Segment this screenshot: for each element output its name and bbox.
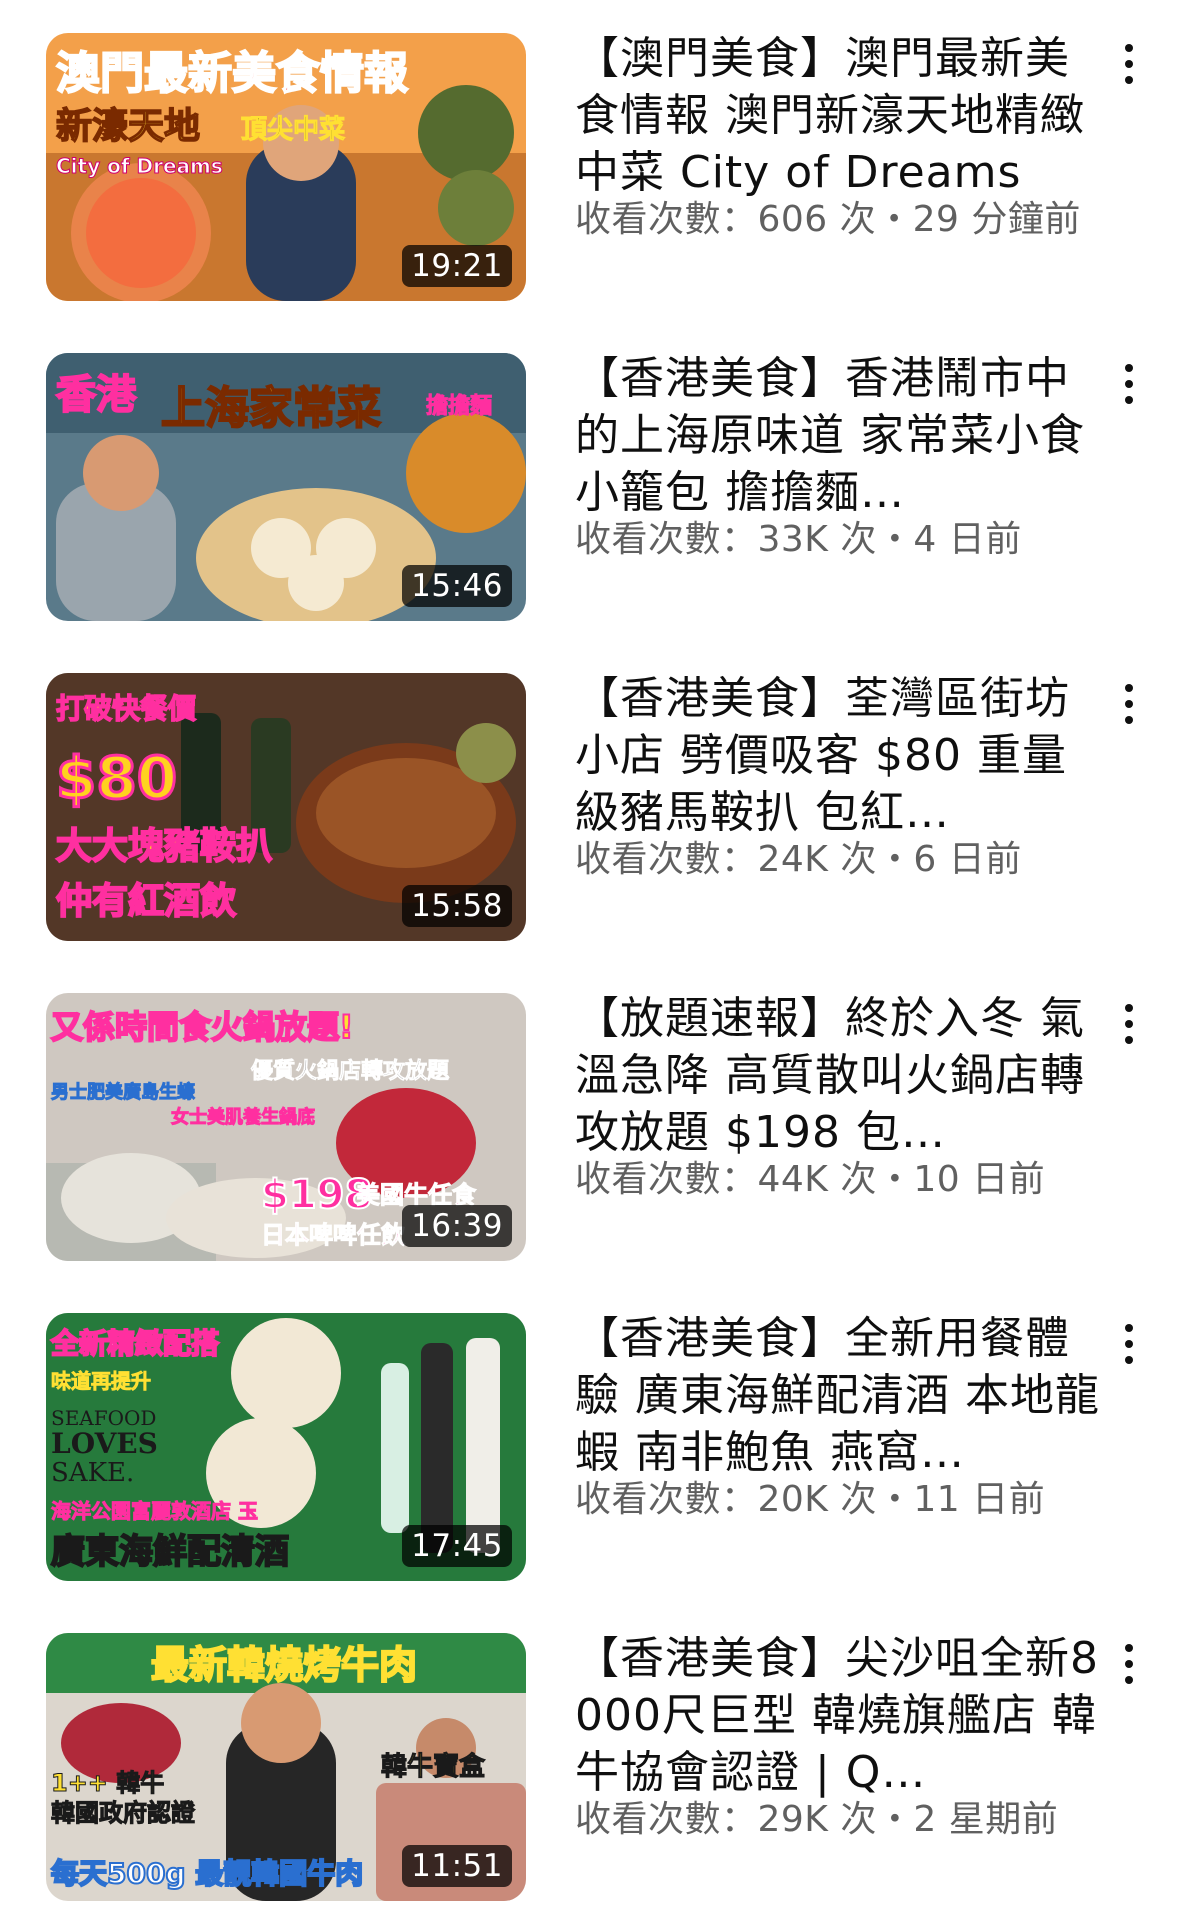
thumb-caption: 又係時間食火鍋放題! bbox=[51, 1008, 354, 1046]
thumb-caption: 仲有紅酒飲 bbox=[56, 881, 237, 922]
more-vertical-icon[interactable] bbox=[1115, 1638, 1143, 1690]
thumb-caption: 全新精緻配搭 bbox=[50, 1327, 219, 1360]
video-item[interactable]: 全新精緻配搭 味道再提升 SEAFOOD LOVES SAKE. 海洋公園富麗敦… bbox=[0, 1280, 1179, 1581]
thumb-caption: 澳門最新美食情報 bbox=[56, 48, 408, 99]
more-vertical-icon[interactable] bbox=[1115, 358, 1143, 410]
thumb-caption: 韓國政府認證 bbox=[51, 1799, 196, 1827]
video-thumbnail[interactable]: 又係時間食火鍋放題! 優質火鍋店轉攻放題 男士肥美廣島生蠔 女士美肌養生鍋底 $… bbox=[46, 993, 526, 1261]
video-item[interactable]: 香港 上海家常菜 擔擔麵 15:46 【香港美食】香港鬧市中的上海原味道 家常菜… bbox=[0, 320, 1179, 621]
thumb-caption: 韓牛寶盒 bbox=[381, 1751, 486, 1782]
thumb-caption: City of Dreams bbox=[56, 154, 223, 178]
thumb-caption: 每天500g 最靚韓國牛肉 bbox=[51, 1857, 363, 1890]
video-meta: 收看次數：20K 次・11 日前 bbox=[575, 1479, 1046, 1520]
video-thumbnail[interactable]: 澳門最新美食情報 新濠天地 頂尖中菜 City of Dreams 19:21 bbox=[46, 33, 526, 301]
thumb-caption: 1++ 韓牛 bbox=[51, 1769, 164, 1797]
video-item[interactable]: 又係時間食火鍋放題! 優質火鍋店轉攻放題 男士肥美廣島生蠔 女士美肌養生鍋底 $… bbox=[0, 960, 1179, 1261]
video-info[interactable]: 【香港美食】全新用餐體驗 廣東海鮮配清酒 本地龍蝦 南非鮑魚 燕窩… 收看次數：… bbox=[575, 1310, 1105, 1523]
thumb-caption: 擔擔麵 bbox=[426, 393, 492, 419]
video-title[interactable]: 【放題速報】終於入冬 氣溫急降 高質散叫火鍋店轉攻放題 $198 包… bbox=[575, 990, 1105, 1161]
thumb-caption: 新濠天地 bbox=[56, 105, 200, 147]
video-info[interactable]: 【放題速報】終於入冬 氣溫急降 高質散叫火鍋店轉攻放題 $198 包… 收看次數… bbox=[575, 990, 1105, 1203]
video-duration: 17:45 bbox=[402, 1525, 512, 1567]
more-vertical-icon[interactable] bbox=[1115, 998, 1143, 1050]
thumb-caption: 日本啤啤任飲 bbox=[261, 1221, 406, 1249]
thumb-caption: SAKE. bbox=[51, 1458, 134, 1488]
video-item[interactable]: 澳門最新美食情報 新濠天地 頂尖中菜 City of Dreams 19:21 … bbox=[0, 0, 1179, 301]
video-item[interactable]: 打破快餐價 $80 大大塊豬鞍扒 仲有紅酒飲 15:58 【香港美食】荃灣區街坊… bbox=[0, 640, 1179, 941]
thumb-caption: 打破快餐價 bbox=[56, 692, 197, 725]
more-vertical-icon[interactable] bbox=[1115, 38, 1143, 90]
video-thumbnail[interactable]: 打破快餐價 $80 大大塊豬鞍扒 仲有紅酒飲 15:58 bbox=[46, 673, 526, 941]
thumb-caption: 香港 bbox=[56, 372, 137, 418]
video-title[interactable]: 【香港美食】尖沙咀全新8000尺巨型 韓燒旗艦店 韓牛協會認證 | Q… bbox=[575, 1630, 1105, 1801]
thumb-caption: $80 bbox=[56, 744, 177, 812]
video-title[interactable]: 【香港美食】全新用餐體驗 廣東海鮮配清酒 本地龍蝦 南非鮑魚 燕窩… bbox=[575, 1310, 1105, 1481]
thumb-caption: 海洋公園富麗敦酒店 玉 bbox=[51, 1499, 258, 1523]
thumb-caption: 優質火鍋店轉攻放題 bbox=[250, 1058, 450, 1084]
video-title[interactable]: 【香港美食】香港鬧市中的上海原味道 家常菜小食 小籠包 擔擔麵… bbox=[575, 350, 1105, 521]
video-duration: 15:46 bbox=[402, 565, 512, 607]
thumb-caption: 頂尖中菜 bbox=[241, 115, 345, 145]
video-info[interactable]: 【香港美食】荃灣區街坊小店 劈價吸客 $80 重量級豬馬鞍扒 包紅… 收看次數：… bbox=[575, 670, 1105, 883]
video-info[interactable]: 【香港美食】尖沙咀全新8000尺巨型 韓燒旗艦店 韓牛協會認證 | Q… 收看次… bbox=[575, 1630, 1105, 1843]
video-title[interactable]: 【香港美食】荃灣區街坊小店 劈價吸客 $80 重量級豬馬鞍扒 包紅… bbox=[575, 670, 1105, 841]
thumb-caption: 廣東海鮮配清酒 bbox=[51, 1532, 289, 1572]
video-item[interactable]: 最新韓燒烤牛肉 1++ 韓牛 韓國政府認證 韓牛寶盒 每天500g 最靚韓國牛肉… bbox=[0, 1600, 1179, 1901]
thumb-caption: 上海家常菜 bbox=[161, 383, 381, 434]
video-thumbnail[interactable]: 香港 上海家常菜 擔擔麵 15:46 bbox=[46, 353, 526, 621]
video-meta: 收看次數：29K 次・2 星期前 bbox=[575, 1799, 1059, 1840]
video-thumbnail[interactable]: 最新韓燒烤牛肉 1++ 韓牛 韓國政府認證 韓牛寶盒 每天500g 最靚韓國牛肉… bbox=[46, 1633, 526, 1901]
video-info[interactable]: 【香港美食】香港鬧市中的上海原味道 家常菜小食 小籠包 擔擔麵… 收看次數：33… bbox=[575, 350, 1105, 563]
video-title[interactable]: 【澳門美食】澳門最新美食情報 澳門新濠天地精緻中菜 City of Dreams bbox=[575, 30, 1105, 201]
thumb-caption: 女士美肌養生鍋底 bbox=[171, 1106, 315, 1128]
video-thumbnail[interactable]: 全新精緻配搭 味道再提升 SEAFOOD LOVES SAKE. 海洋公園富麗敦… bbox=[46, 1313, 526, 1581]
thumb-caption: 大大塊豬鞍扒 bbox=[56, 826, 272, 867]
more-vertical-icon[interactable] bbox=[1115, 678, 1143, 730]
thumb-caption: 味道再提升 bbox=[51, 1369, 151, 1393]
video-duration: 11:51 bbox=[402, 1845, 512, 1887]
thumb-caption: 男士肥美廣島生蠔 bbox=[51, 1081, 195, 1103]
video-duration: 15:58 bbox=[402, 885, 512, 927]
thumb-caption: 最新韓燒烤牛肉 bbox=[151, 1643, 417, 1687]
video-meta: 收看次數：33K 次・4 日前 bbox=[575, 519, 1022, 560]
video-meta: 收看次數：24K 次・6 日前 bbox=[575, 839, 1022, 880]
thumb-caption: LOVES bbox=[51, 1427, 158, 1460]
video-meta: 收看次數：44K 次・10 日前 bbox=[575, 1159, 1046, 1200]
video-info[interactable]: 【澳門美食】澳門最新美食情報 澳門新濠天地精緻中菜 City of Dreams… bbox=[575, 30, 1105, 243]
video-duration: 19:21 bbox=[402, 245, 512, 287]
more-vertical-icon[interactable] bbox=[1115, 1318, 1143, 1370]
video-duration: 16:39 bbox=[402, 1205, 512, 1247]
video-meta: 收看次數：606 次・29 分鐘前 bbox=[575, 199, 1081, 240]
